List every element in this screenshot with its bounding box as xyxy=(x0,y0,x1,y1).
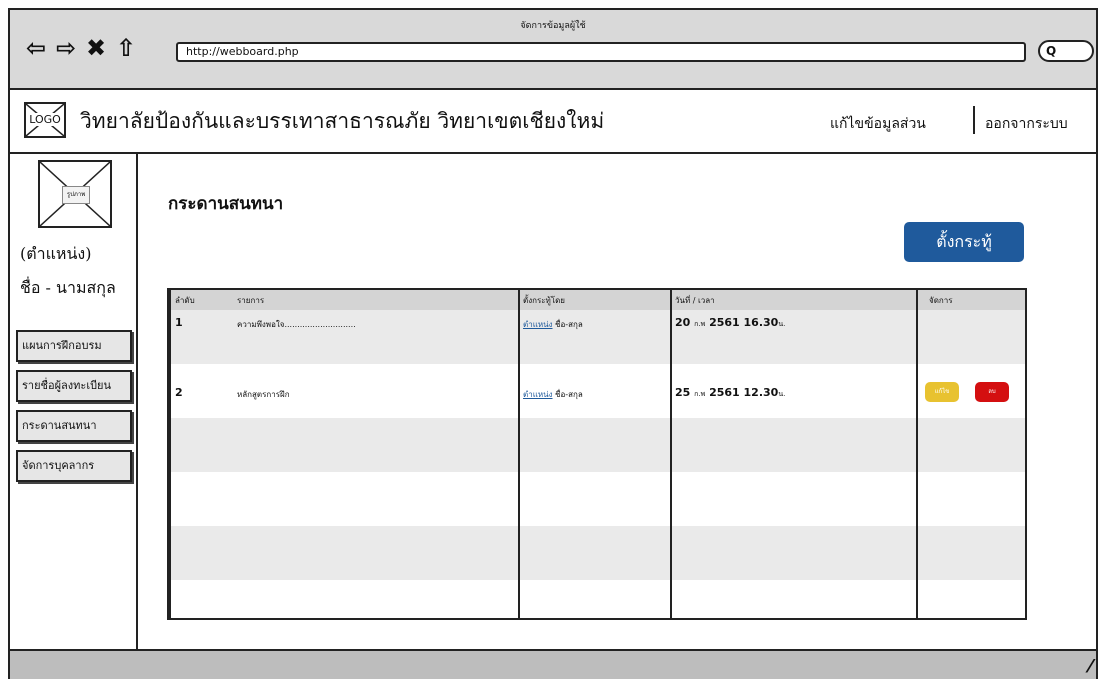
date-month: ก.พ xyxy=(694,320,706,328)
url-bar[interactable]: http://webboard.php xyxy=(176,42,1026,62)
sidebar-item-webboard[interactable]: กระดานสนทนา xyxy=(16,410,132,442)
sidebar-item-personnel[interactable]: จัดการบุคลากร xyxy=(16,450,132,482)
header-posted-by: ตั้งกระทู้โดย xyxy=(523,296,565,305)
table-row: 2 หลักสูตรการฝึก ตำแหน่ง ชื่อ-สกุล 25 ก.… xyxy=(169,364,1025,418)
page-title: กระดานสนทนา xyxy=(168,194,284,214)
delete-button[interactable]: ลบ xyxy=(975,382,1009,402)
logout-link[interactable]: ออกจากระบบ xyxy=(985,113,1068,135)
browser-window: จัดการข้อมูลผู้ใช้ ⇦ ⇨ ✖ ⇧ http://webboa… xyxy=(8,8,1098,679)
column-divider xyxy=(169,290,171,618)
close-icon[interactable]: ✖ xyxy=(84,36,108,60)
new-topic-button[interactable]: ตั้งกระทู้ xyxy=(904,222,1024,262)
table-row: 1 ความพึงพอใจ...........................… xyxy=(169,310,1025,364)
back-icon[interactable]: ⇦ xyxy=(24,36,48,60)
search-button[interactable]: Q xyxy=(1038,40,1094,62)
header-manage: จัดการ xyxy=(929,296,953,305)
user-position: (ตำแหน่ง) xyxy=(20,244,92,263)
avatar-label: รูปภาพ xyxy=(62,186,90,204)
user-name: ชื่อ - นามสกุล xyxy=(20,278,116,297)
row-posted-by: ตำแหน่ง ชื่อ-สกุล xyxy=(523,318,583,331)
sidebar-menu: แผนการฝึกอบรม รายชื่อผู้ลงทะเบียน กระดาน… xyxy=(16,330,138,490)
edit-profile-link[interactable]: แก้ไขข้อมูลส่วน xyxy=(830,113,926,135)
date-day: 20 xyxy=(675,316,691,329)
poster-position-link[interactable]: ตำแหน่ง xyxy=(523,390,553,399)
poster-position-link[interactable]: ตำแหน่ง xyxy=(523,320,553,329)
window-title: จัดการข้อมูลผู้ใช้ xyxy=(520,21,586,31)
date-day: 25 xyxy=(675,386,691,399)
sidebar-item-registrants[interactable]: รายชื่อผู้ลงทะเบียน xyxy=(16,370,132,402)
date-month: ก.พ xyxy=(694,390,706,398)
logo-text: LOGO xyxy=(28,113,62,126)
site-title: วิทยาลัยป้องกันและบรรเทาสาธารณภัย วิทยาเ… xyxy=(80,109,605,133)
column-divider xyxy=(670,290,672,618)
table-row-empty xyxy=(169,472,1025,526)
row-number: 2 xyxy=(175,386,183,399)
forward-icon[interactable]: ⇨ xyxy=(54,36,78,60)
row-item[interactable]: ความพึงพอใจ............................ xyxy=(237,318,356,331)
status-bar: ⁄ xyxy=(10,649,1096,679)
row-datetime: 25 ก.พ 2561 12.30น. xyxy=(675,386,785,400)
column-divider xyxy=(518,290,520,618)
header-no: ลำดับ xyxy=(175,296,195,305)
poster-name: ชื่อ-สกุล xyxy=(555,390,583,399)
resize-handle-icon[interactable]: ⁄ xyxy=(1089,656,1092,677)
poster-name: ชื่อ-สกุล xyxy=(555,320,583,329)
table-row-empty xyxy=(169,526,1025,580)
header-item: รายการ xyxy=(237,296,265,305)
date-time: 2561 12.30 xyxy=(709,386,779,399)
table-row-empty xyxy=(169,418,1025,472)
row-datetime: 20 ก.พ 2561 16.30น. xyxy=(675,316,785,330)
site-header: LOGO วิทยาลัยป้องกันและบรรเทาสาธารณภัย ว… xyxy=(10,90,1096,154)
header-datetime: วันที่ / เวลา xyxy=(675,296,715,305)
nav-controls: ⇦ ⇨ ✖ ⇧ xyxy=(24,36,138,60)
sidebar-item-training-plan[interactable]: แผนการฝึกอบรม xyxy=(16,330,132,362)
logo: LOGO xyxy=(24,102,66,138)
table-header: ลำดับ รายการ ตั้งกระทู้โดย วันที่ / เวลา… xyxy=(169,290,1025,310)
edit-button[interactable]: แก้ไข xyxy=(925,382,959,402)
search-icon: Q xyxy=(1046,44,1057,58)
home-icon[interactable]: ⇧ xyxy=(114,36,138,60)
avatar: รูปภาพ xyxy=(38,160,112,228)
date-suffix: น. xyxy=(778,320,786,328)
sidebar: รูปภาพ (ตำแหน่ง) ชื่อ - นามสกุล แผนการฝึ… xyxy=(10,154,138,649)
date-suffix: น. xyxy=(778,390,786,398)
row-item[interactable]: หลักสูตรการฝึก xyxy=(237,388,290,401)
row-number: 1 xyxy=(175,316,183,329)
column-divider xyxy=(916,290,918,618)
date-time: 2561 16.30 xyxy=(709,316,779,329)
row-posted-by: ตำแหน่ง ชื่อ-สกุล xyxy=(523,388,583,401)
browser-chrome: จัดการข้อมูลผู้ใช้ ⇦ ⇨ ✖ ⇧ http://webboa… xyxy=(10,10,1096,90)
header-divider xyxy=(973,106,975,134)
topics-table: ลำดับ รายการ ตั้งกระทู้โดย วันที่ / เวลา… xyxy=(167,288,1027,620)
